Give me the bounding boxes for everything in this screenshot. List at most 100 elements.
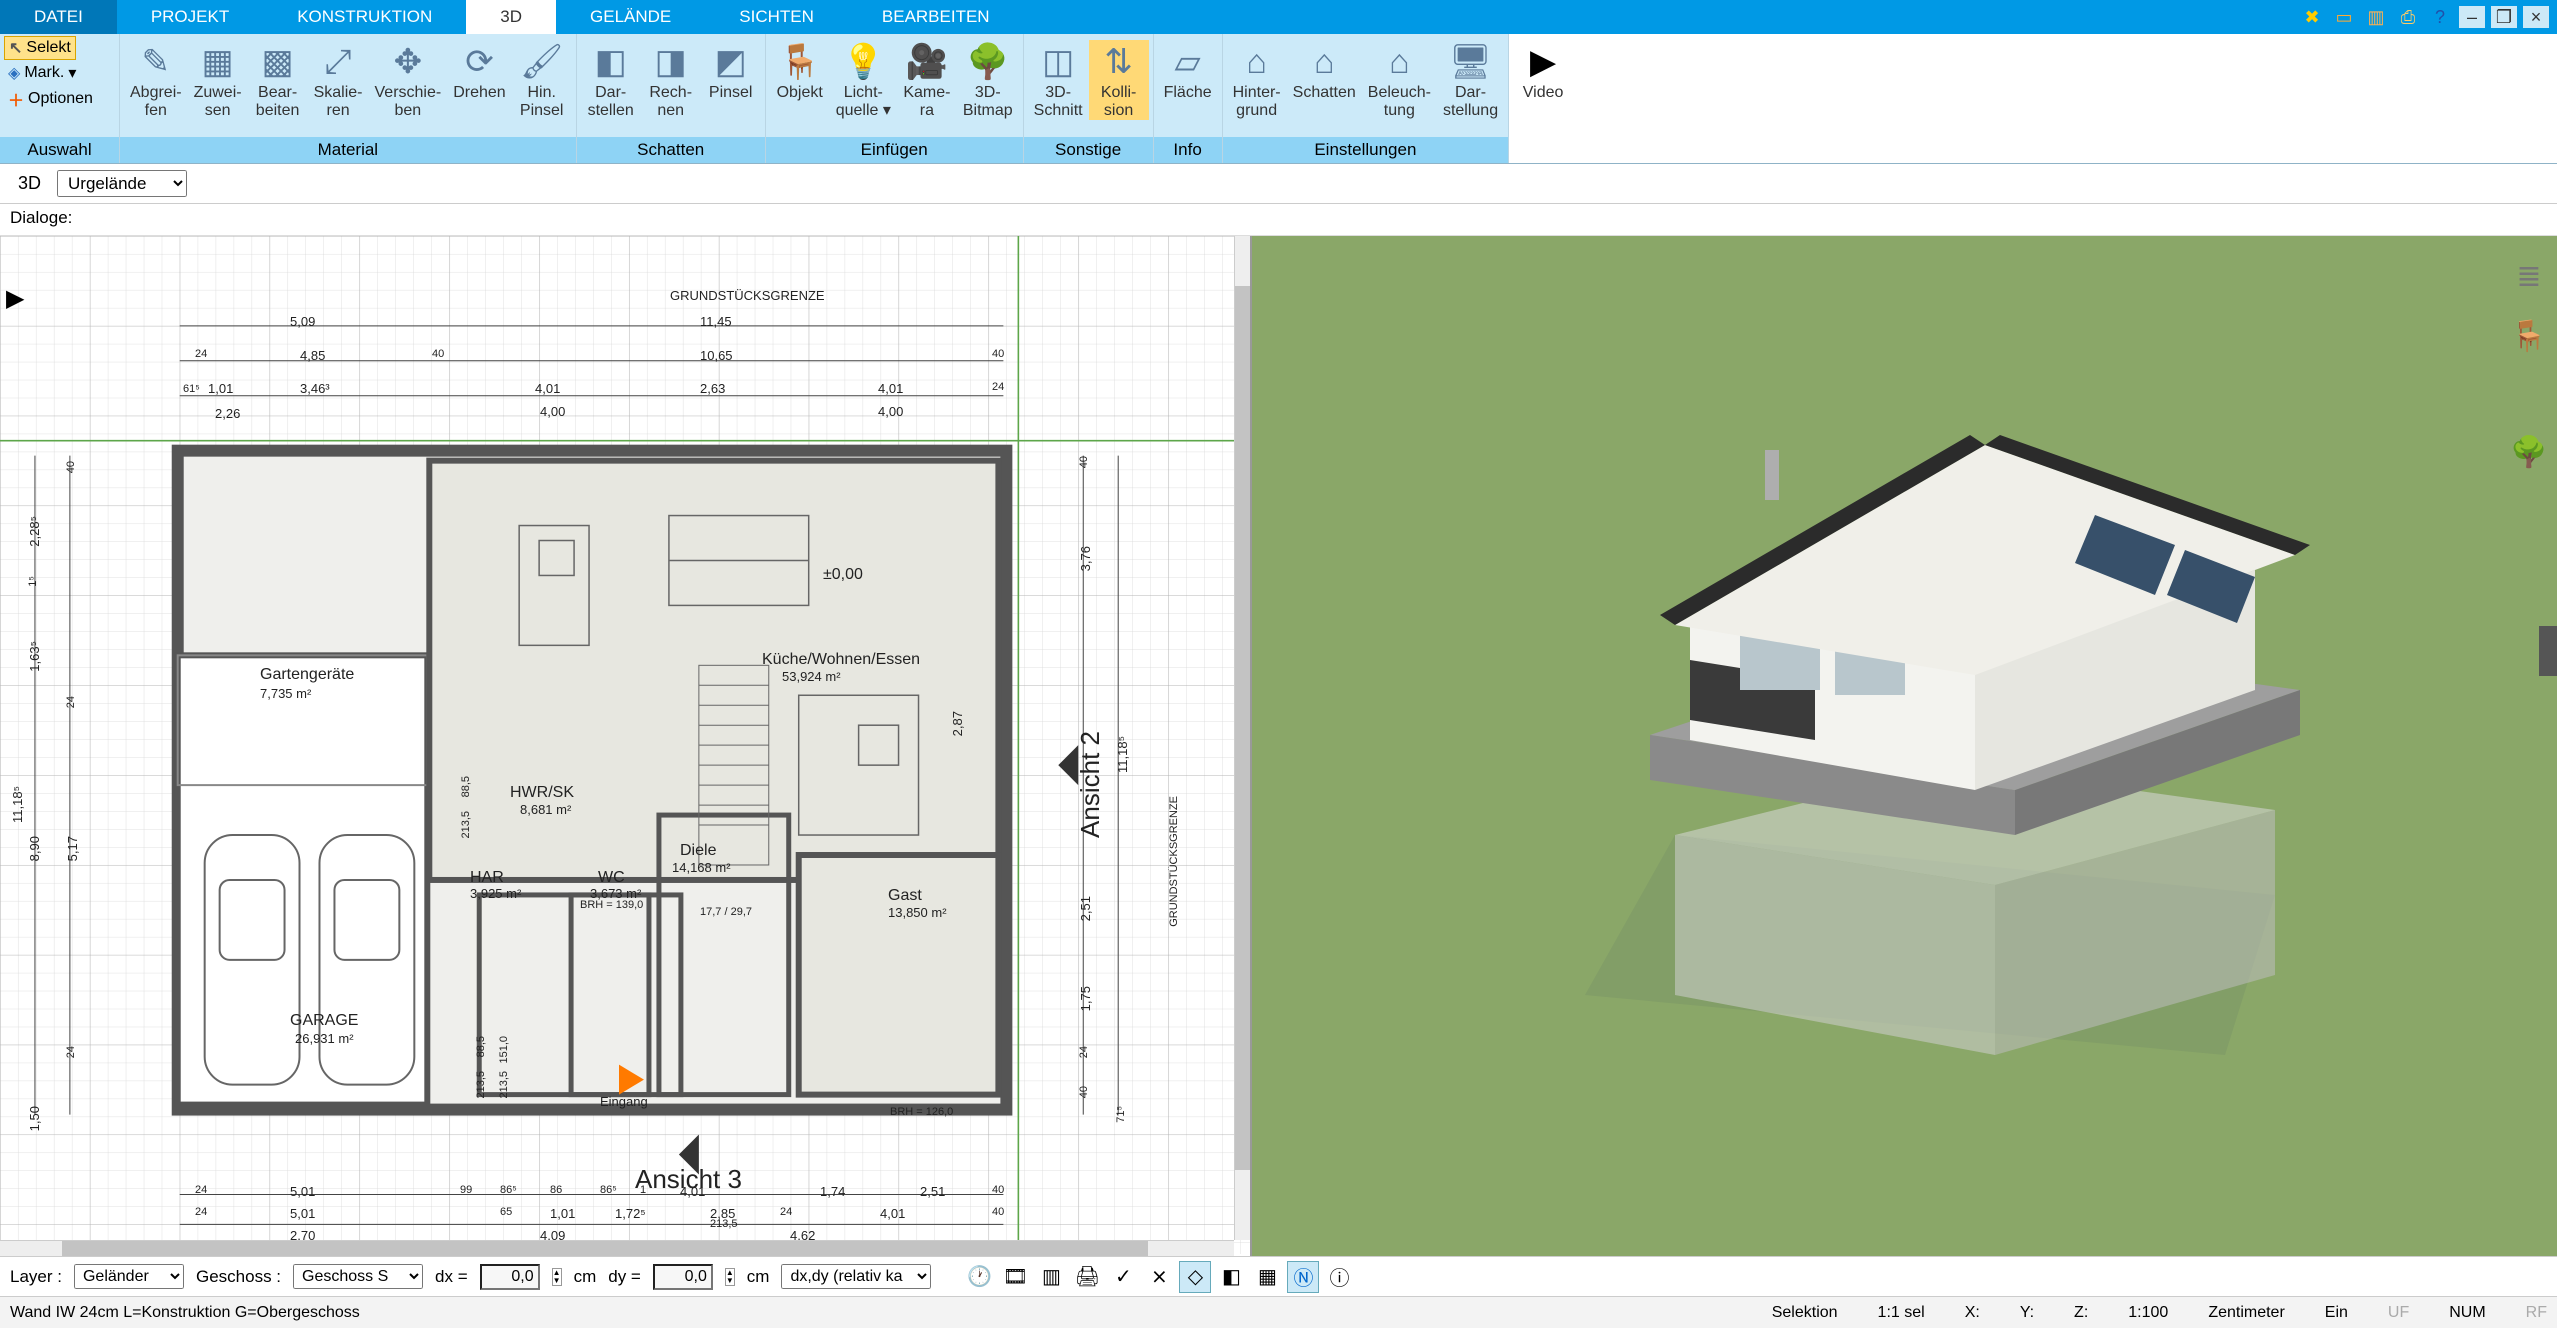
coord-mode-dropdown[interactable]: dx,dy (relativ ka xyxy=(781,1264,931,1289)
flaeche-button[interactable]: ▱Fläche xyxy=(1158,40,1218,102)
darstellung-button[interactable]: 🖥Dar- stellung xyxy=(1437,40,1504,120)
info-small-icon[interactable]: ⓘ xyxy=(1323,1261,1355,1293)
minimize-icon[interactable]: – xyxy=(2459,6,2485,28)
scale-icon: ⤢ xyxy=(314,40,362,84)
3d-viewport[interactable]: ≣ 🪑 🌳 xyxy=(1252,236,2557,1256)
clock-icon[interactable]: 🕐 xyxy=(963,1261,995,1293)
context-bar: 3D Urgelände xyxy=(0,164,2557,204)
close-icon[interactable]: × xyxy=(2523,6,2549,28)
status-unit: Zentimeter xyxy=(2208,1304,2284,1322)
title-icons: ✖ ▭ ▥ ⎙ ? – ❐ × xyxy=(2299,0,2557,34)
floorplan-vscroll[interactable] xyxy=(1234,236,1250,1240)
north-icon[interactable]: Ⓝ xyxy=(1287,1261,1319,1293)
dialoge-bar: Dialoge: xyxy=(0,204,2557,236)
furniture-icon[interactable]: 🪑 xyxy=(2509,316,2549,356)
play-icon: ▶ xyxy=(1519,40,1567,84)
schatten-set-button[interactable]: ⌂Schatten xyxy=(1287,40,1362,102)
ribbon-group-auswahl: ↖Selekt ◈Mark.▾ ＋Optionen Auswahl xyxy=(0,34,120,163)
status-bar: Wand IW 24cm L=Konstruktion G=Obergescho… xyxy=(0,1296,2557,1328)
menu-tab-gelaende[interactable]: GELÄNDE xyxy=(556,0,705,34)
cm2-label: cm xyxy=(747,1267,770,1287)
tools-icon[interactable]: ✖ xyxy=(2299,4,2325,30)
printer-icon[interactable]: 🖨 xyxy=(1071,1261,1103,1293)
check-icon[interactable]: ✓ xyxy=(1107,1261,1139,1293)
dy-spinner[interactable]: ▲▼ xyxy=(725,1268,735,1286)
status-x: X: xyxy=(1965,1304,1980,1322)
ribbon-label-sonstige: Sonstige xyxy=(1024,137,1153,163)
grid-toggle-icon[interactable]: ▦ xyxy=(1251,1261,1283,1293)
palette-drag-handle[interactable] xyxy=(2539,626,2557,676)
menu-tab-sichten[interactable]: SICHTEN xyxy=(705,0,848,34)
layer-vis-icon[interactable]: ◇ xyxy=(1179,1261,1211,1293)
bulb-icon: 💡 xyxy=(839,40,887,84)
restore-icon[interactable]: ❐ xyxy=(2491,6,2517,28)
mode-label: 3D xyxy=(10,171,49,196)
menu-tab-projekt[interactable]: PROJEKT xyxy=(117,0,263,34)
abgreifen-button[interactable]: ✎Abgrei- fen xyxy=(124,40,188,120)
ribbon-group-material: ✎Abgrei- fen ▦Zuwei- sen ▩Bear- beiten ⤢… xyxy=(120,34,577,163)
kamera-button[interactable]: 🎥Kame- ra xyxy=(897,40,957,120)
menu-tab-datei[interactable]: DATEI xyxy=(0,0,117,34)
dy-input[interactable] xyxy=(653,1264,713,1290)
deselect-icon[interactable]: ⨯ xyxy=(1143,1261,1175,1293)
dx-label: dx = xyxy=(435,1267,468,1287)
brush-icon: 🖌 xyxy=(518,40,566,84)
house-3d-render xyxy=(1455,295,2355,1115)
verschieben-button[interactable]: ✥Verschie- ben xyxy=(369,40,448,120)
3dbitmap-button[interactable]: 🌳3D- Bitmap xyxy=(957,40,1019,120)
bottom-toolbar: Layer : Geländer Geschoss : Geschoss S d… xyxy=(0,1256,2557,1296)
clipboard-icon[interactable]: ▭ xyxy=(2331,4,2357,30)
menu-tab-3d[interactable]: 3D xyxy=(466,0,556,34)
color-palette-icon[interactable] xyxy=(2509,376,2545,412)
menu-tab-konstruktion[interactable]: KONSTRUKTION xyxy=(263,0,466,34)
collision-icon: ⇅ xyxy=(1095,40,1143,84)
ribbon-group-einstellungen: ⌂Hinter- grund ⌂Schatten ⌂Beleuch- tung … xyxy=(1223,34,1509,163)
pinsel-button[interactable]: ◩Pinsel xyxy=(701,40,761,102)
help-icon[interactable]: ? xyxy=(2427,4,2453,30)
kollision-button[interactable]: ⇅Kolli- sion xyxy=(1089,40,1149,120)
dx-spinner[interactable]: ▲▼ xyxy=(552,1268,562,1286)
skalieren-button[interactable]: ⤢Skalie- ren xyxy=(308,40,369,120)
layer-label: Layer : xyxy=(10,1267,62,1287)
folder-icon[interactable]: ▥ xyxy=(2363,4,2389,30)
cube-small-icon[interactable]: ◧ xyxy=(1215,1261,1247,1293)
print-icon[interactable]: ⎙ xyxy=(2395,4,2421,30)
section-icon: ◫ xyxy=(1034,40,1082,84)
drehen-button[interactable]: ⟳Drehen xyxy=(447,40,511,102)
film-icon[interactable]: 🎞 xyxy=(999,1261,1031,1293)
layer-dropdown[interactable]: Geländer xyxy=(74,1264,184,1289)
bearbeiten-button[interactable]: ▩Bear- beiten xyxy=(248,40,308,120)
lichtquelle-button[interactable]: 💡Licht- quelle ▾ xyxy=(830,40,897,120)
geschoss-dropdown[interactable]: Geschoss S xyxy=(293,1264,423,1289)
status-num: NUM xyxy=(2449,1304,2485,1322)
hinpinsel-button[interactable]: 🖌Hin. Pinsel xyxy=(512,40,572,120)
darstellen-button[interactable]: ◧Dar- stellen xyxy=(581,40,641,120)
floorplan-hscroll[interactable] xyxy=(0,1240,1234,1256)
dx-input[interactable] xyxy=(480,1264,540,1290)
floorplan-viewport[interactable]: GRUNDSTÜCKSGRENZE Gartengeräte 7,735 m² … xyxy=(0,236,1252,1256)
mark-button[interactable]: ◈Mark.▾ xyxy=(4,62,80,84)
floorplan-grid xyxy=(0,236,1250,1254)
chair-icon: 🪑 xyxy=(776,40,824,84)
ribbon-label-video xyxy=(1509,157,1577,163)
house-bg-icon: ⌂ xyxy=(1233,40,1281,84)
tree-palette-icon[interactable]: 🌳 xyxy=(2509,432,2549,472)
selekt-button[interactable]: ↖Selekt xyxy=(4,36,76,60)
status-ein: Ein xyxy=(2325,1304,2348,1322)
ribbon-label-einfuegen: Einfügen xyxy=(766,137,1023,163)
hintergrund-button[interactable]: ⌂Hinter- grund xyxy=(1227,40,1287,120)
objekt-button[interactable]: 🪑Objekt xyxy=(770,40,830,102)
stack-icon[interactable]: ▥ xyxy=(1035,1261,1067,1293)
rechnen-button[interactable]: ◨Rech- nen xyxy=(641,40,701,120)
beleuchtung-button[interactable]: ⌂Beleuch- tung xyxy=(1362,40,1437,120)
status-y: Y: xyxy=(2020,1304,2034,1322)
menu-tab-bearbeiten[interactable]: BEARBEITEN xyxy=(848,0,1024,34)
zuweisen-button[interactable]: ▦Zuwei- sen xyxy=(188,40,248,120)
ribbon-label-auswahl: Auswahl xyxy=(0,137,119,163)
video-button[interactable]: ▶Video xyxy=(1513,40,1573,102)
layers-icon[interactable]: ≣ xyxy=(2509,256,2549,296)
3dschnitt-button[interactable]: ◫3D- Schnitt xyxy=(1028,40,1089,120)
optionen-button[interactable]: ＋Optionen xyxy=(4,86,97,112)
terrain-dropdown[interactable]: Urgelände xyxy=(57,170,187,197)
expand-panel-icon[interactable]: ▶ xyxy=(6,284,26,314)
